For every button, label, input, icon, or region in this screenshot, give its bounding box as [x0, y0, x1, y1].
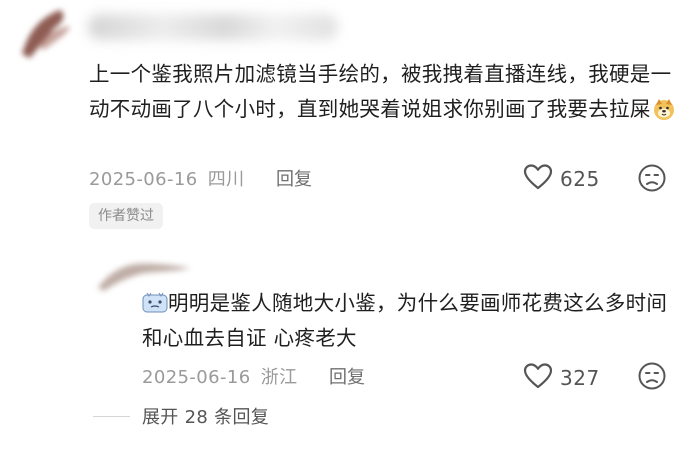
reply-text: 明明是鉴人随地大小鉴，为什么要画师花费这么多时间和心血去自证 心疼老大	[142, 286, 682, 355]
reply-date: 2025-06-16 浙江	[142, 363, 298, 389]
reply-date-text: 2025-06-16	[142, 367, 251, 388]
comment-date-text: 2025-06-16	[89, 169, 198, 190]
frown-face-icon[interactable]	[637, 361, 667, 391]
reply-location: 浙江	[260, 367, 298, 388]
reply-like-button[interactable]: 327	[523, 362, 600, 394]
username[interactable]	[88, 14, 338, 40]
expand-replies-button[interactable]: 展开 28 条回复	[142, 403, 269, 429]
frown-face-icon[interactable]	[637, 163, 667, 193]
reply-like-count: 327	[560, 366, 600, 390]
dog-face-emoji	[652, 97, 676, 121]
comment-date: 2025-06-16 四川	[89, 165, 245, 191]
reply-reply-button[interactable]: 回复	[329, 363, 365, 389]
comment-text: 上一个鉴我照片加滤镜当手绘的，被我拽着直播连线，我硬是一动不动画了八个小时，直到…	[89, 57, 679, 126]
reply-body: 明明是鉴人随地大小鉴，为什么要画师花费这么多时间和心血去自证 心疼老大	[142, 291, 668, 350]
heart-outline-icon	[523, 362, 553, 394]
comment-body: 上一个鉴我照片加滤镜当手绘的，被我拽着直播连线，我硬是一动不动画了八个小时，直到…	[89, 62, 672, 121]
expand-divider	[93, 416, 130, 417]
avatar[interactable]	[8, 4, 80, 62]
comment-location: 四川	[207, 169, 245, 190]
like-button[interactable]: 625	[523, 163, 600, 195]
author-liked-badge: 作者赞过	[89, 203, 163, 229]
sweat-face-emoji	[142, 289, 168, 313]
heart-outline-icon	[523, 163, 553, 195]
like-count: 625	[560, 167, 600, 191]
reply-button[interactable]: 回复	[276, 165, 312, 191]
